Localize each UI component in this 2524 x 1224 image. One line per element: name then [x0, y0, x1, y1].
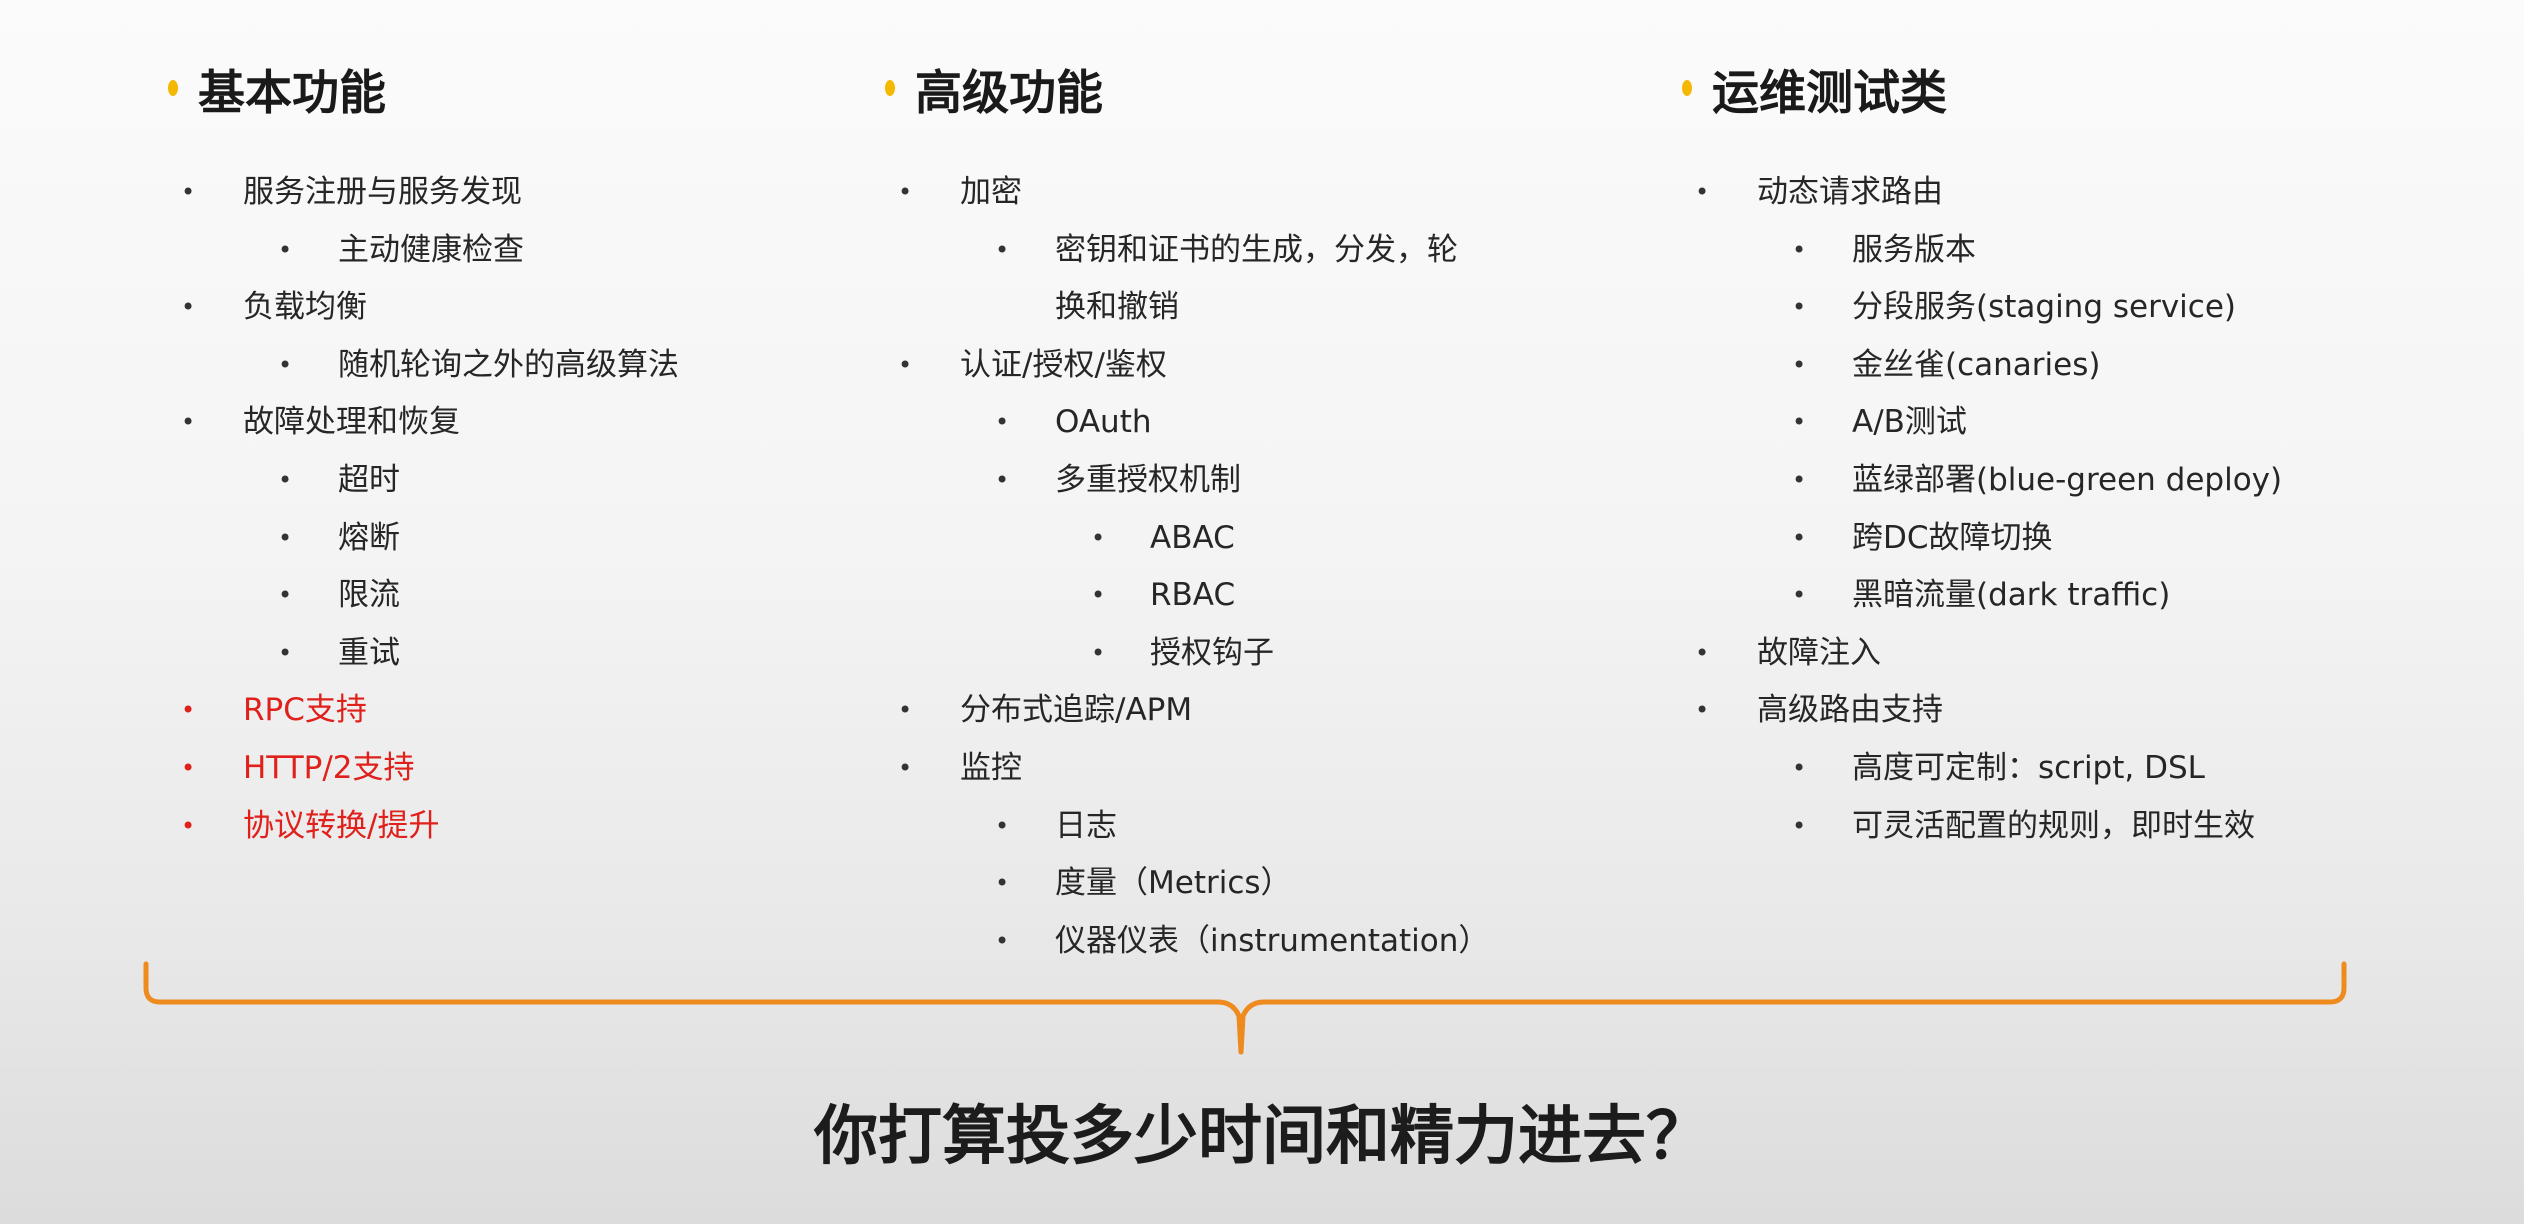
- bullet-icon: •: [1091, 638, 1106, 667]
- list-item-highlighted: • HTTP/2支持: [168, 740, 868, 798]
- list-item: • 熔断: [168, 510, 868, 568]
- yellow-dot-icon: [168, 80, 178, 96]
- list-item: • 故障处理和恢复: [168, 394, 868, 452]
- feature-list: • 加密 • 密钥和证书的生成，分发，轮 换和撤销 • 认证/授权/鉴权 • OAuth…: [885, 164, 1645, 970]
- column-title: 基本功能: [168, 52, 868, 124]
- bullet-icon: •: [278, 523, 293, 552]
- bullet-icon: •: [995, 465, 1010, 494]
- list-item: • 密钥和证书的生成，分发，轮: [885, 222, 1645, 280]
- list-item: • 认证/授权/鉴权: [885, 337, 1645, 395]
- yellow-dot-icon: [885, 80, 895, 96]
- list-item-highlighted: • RPC支持: [168, 682, 868, 740]
- list-item: • 金丝雀(canaries): [1682, 337, 2482, 395]
- bullet-icon: •: [1792, 408, 1807, 437]
- bullet-icon: •: [1792, 350, 1807, 379]
- bullet-icon: •: [995, 869, 1010, 898]
- column-ops-testing: 运维测试类 • 动态请求路由 • 服务版本 • 分段服务(staging servic…: [1682, 52, 2482, 855]
- column-title: 高级功能: [885, 52, 1645, 124]
- list-item: • 加密: [885, 164, 1645, 222]
- bullet-icon: •: [1792, 581, 1807, 610]
- column-title-text: 运维测试类: [1712, 65, 1947, 121]
- list-item: • 重试: [168, 625, 868, 683]
- list-item: • RBAC: [885, 567, 1645, 625]
- list-item: • 服务注册与服务发现: [168, 164, 868, 222]
- bullet-icon: •: [181, 293, 196, 322]
- bullet-icon: •: [995, 811, 1010, 840]
- list-item: • 高级路由支持: [1682, 682, 2482, 740]
- bullet-icon: •: [1792, 235, 1807, 264]
- list-item: • 故障注入: [1682, 625, 2482, 683]
- bullet-icon: •: [1792, 293, 1807, 322]
- list-item: • 分段服务(staging service): [1682, 279, 2482, 337]
- list-item: • 蓝绿部署(blue-green deploy): [1682, 452, 2482, 510]
- list-item: • 日志: [885, 798, 1645, 856]
- bullet-icon: •: [181, 753, 196, 782]
- bullet-icon: •: [278, 638, 293, 667]
- list-item: • 限流: [168, 567, 868, 625]
- bullet-icon: •: [898, 350, 913, 379]
- bullet-icon: •: [1695, 178, 1710, 206]
- list-item: • 负载均衡: [168, 279, 868, 337]
- bullet-icon: •: [898, 753, 913, 782]
- list-item: • 服务版本: [1682, 222, 2482, 280]
- list-item: • 动态请求路由: [1682, 164, 2482, 222]
- list-item: • 超时: [168, 452, 868, 510]
- column-title-text: 基本功能: [198, 65, 386, 121]
- list-item: • 度量（Metrics）: [885, 855, 1645, 913]
- bullet-icon: •: [278, 235, 293, 264]
- list-item: • 高度可定制：script, DSL: [1682, 740, 2482, 798]
- list-item: • 黑暗流量(dark traffic): [1682, 567, 2482, 625]
- list-item: • OAuth: [885, 394, 1645, 452]
- list-item: • 监控: [885, 740, 1645, 798]
- bullet-icon: •: [898, 178, 913, 206]
- list-item: • 跨DC故障切换: [1682, 510, 2482, 568]
- column-title: 运维测试类: [1682, 52, 2482, 124]
- bullet-icon: •: [181, 178, 196, 206]
- bullet-icon: •: [1792, 753, 1807, 782]
- curly-brace-icon: [143, 961, 2347, 1055]
- bullet-icon: •: [995, 235, 1010, 264]
- list-item: • 多重授权机制: [885, 452, 1645, 510]
- list-item: • ABAC: [885, 510, 1645, 568]
- bullet-icon: •: [1792, 811, 1807, 840]
- bullet-icon: •: [278, 581, 293, 610]
- list-item: • 主动健康检查: [168, 222, 868, 280]
- feature-list: • 动态请求路由 • 服务版本 • 分段服务(staging service) • 金丝…: [1682, 164, 2482, 855]
- column-title-text: 高级功能: [915, 65, 1103, 121]
- bullet-icon: •: [995, 408, 1010, 437]
- yellow-dot-icon: [1682, 80, 1692, 96]
- bullet-icon: •: [1091, 581, 1106, 610]
- list-item: • 分布式追踪/APM: [885, 682, 1645, 740]
- bottom-question: 你打算投多少时间和精力进去？: [814, 1100, 1710, 1174]
- bullet-icon: •: [1792, 465, 1807, 494]
- bullet-icon: •: [181, 408, 196, 437]
- bullet-icon: •: [278, 350, 293, 379]
- feature-list: • 服务注册与服务发现 • 主动健康检查 • 负载均衡 • 随机轮询之外的高级算法 • 故…: [168, 164, 868, 855]
- list-item: • 授权钩子: [885, 625, 1645, 683]
- bullet-icon: •: [1792, 523, 1807, 552]
- bullet-icon: •: [181, 696, 196, 725]
- list-item: • A/B测试: [1682, 394, 2482, 452]
- bullet-icon: •: [181, 811, 196, 840]
- list-item-highlighted: • 协议转换/提升: [168, 798, 868, 856]
- bullet-icon: •: [898, 696, 913, 725]
- bullet-icon: •: [1091, 523, 1106, 552]
- list-item: • 随机轮询之外的高级算法: [168, 337, 868, 395]
- bullet-icon: •: [1695, 638, 1710, 667]
- list-item: • 可灵活配置的规则，即时生效: [1682, 798, 2482, 856]
- bullet-icon: •: [1695, 696, 1710, 725]
- column-advanced-features: 高级功能 • 加密 • 密钥和证书的生成，分发，轮 换和撤销 • 认证/授权/鉴权 •…: [885, 52, 1645, 970]
- bullet-icon: •: [278, 465, 293, 494]
- list-item-continuation: 换和撤销: [1055, 289, 1179, 326]
- column-basic-features: 基本功能 • 服务注册与服务发现 • 主动健康检查 • 负载均衡 • 随机轮询之外的高级…: [168, 52, 868, 855]
